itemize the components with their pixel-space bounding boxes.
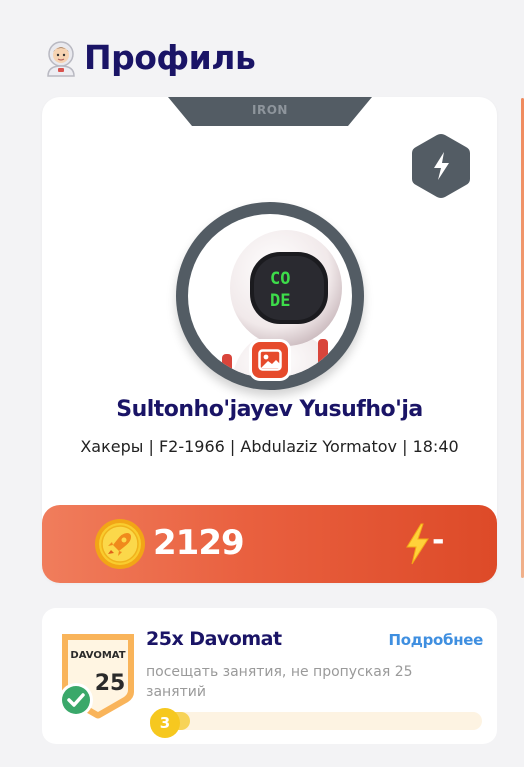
astronaut-icon — [42, 39, 80, 77]
user-name: Sultonho'jayev Yusufho'ja — [116, 397, 423, 422]
svg-text:CO: CO — [270, 269, 290, 289]
user-group-info: Хакеры | F2-1966 | Abdulaziz Yormatov | … — [80, 437, 459, 456]
energy-value: - — [432, 523, 445, 558]
progress-value: 3 — [150, 708, 180, 738]
rocket-coin-icon — [94, 518, 146, 570]
image-icon — [258, 349, 282, 371]
check-icon — [62, 686, 90, 714]
coin-count: 2129 — [153, 523, 245, 563]
change-photo-button[interactable] — [252, 342, 288, 378]
badge-label: DAVOMAT — [70, 650, 125, 661]
lightning-hex-icon[interactable] — [410, 132, 472, 200]
svg-text:DE: DE — [270, 291, 290, 311]
badge-number: 25 — [95, 671, 126, 696]
achievement-card[interactable]: DAVOMAT 25 25x Davomat Подробнее посещат… — [42, 608, 497, 744]
achievement-badge: DAVOMAT 25 — [56, 632, 138, 722]
details-link[interactable]: Подробнее — [389, 631, 484, 649]
page-header: Профиль — [42, 38, 256, 77]
page-title: Профиль — [84, 38, 256, 77]
stats-bar: 2129 - — [42, 505, 497, 583]
lightning-icon — [404, 523, 430, 565]
rank-label: IRON — [252, 103, 288, 117]
rank-tab: IRON — [168, 97, 372, 126]
achievement-title: 25x Davomat — [146, 628, 282, 650]
achievement-description: посещать занятия, не пропуская 25 заняти… — [146, 664, 413, 700]
progress-bar — [150, 712, 482, 730]
